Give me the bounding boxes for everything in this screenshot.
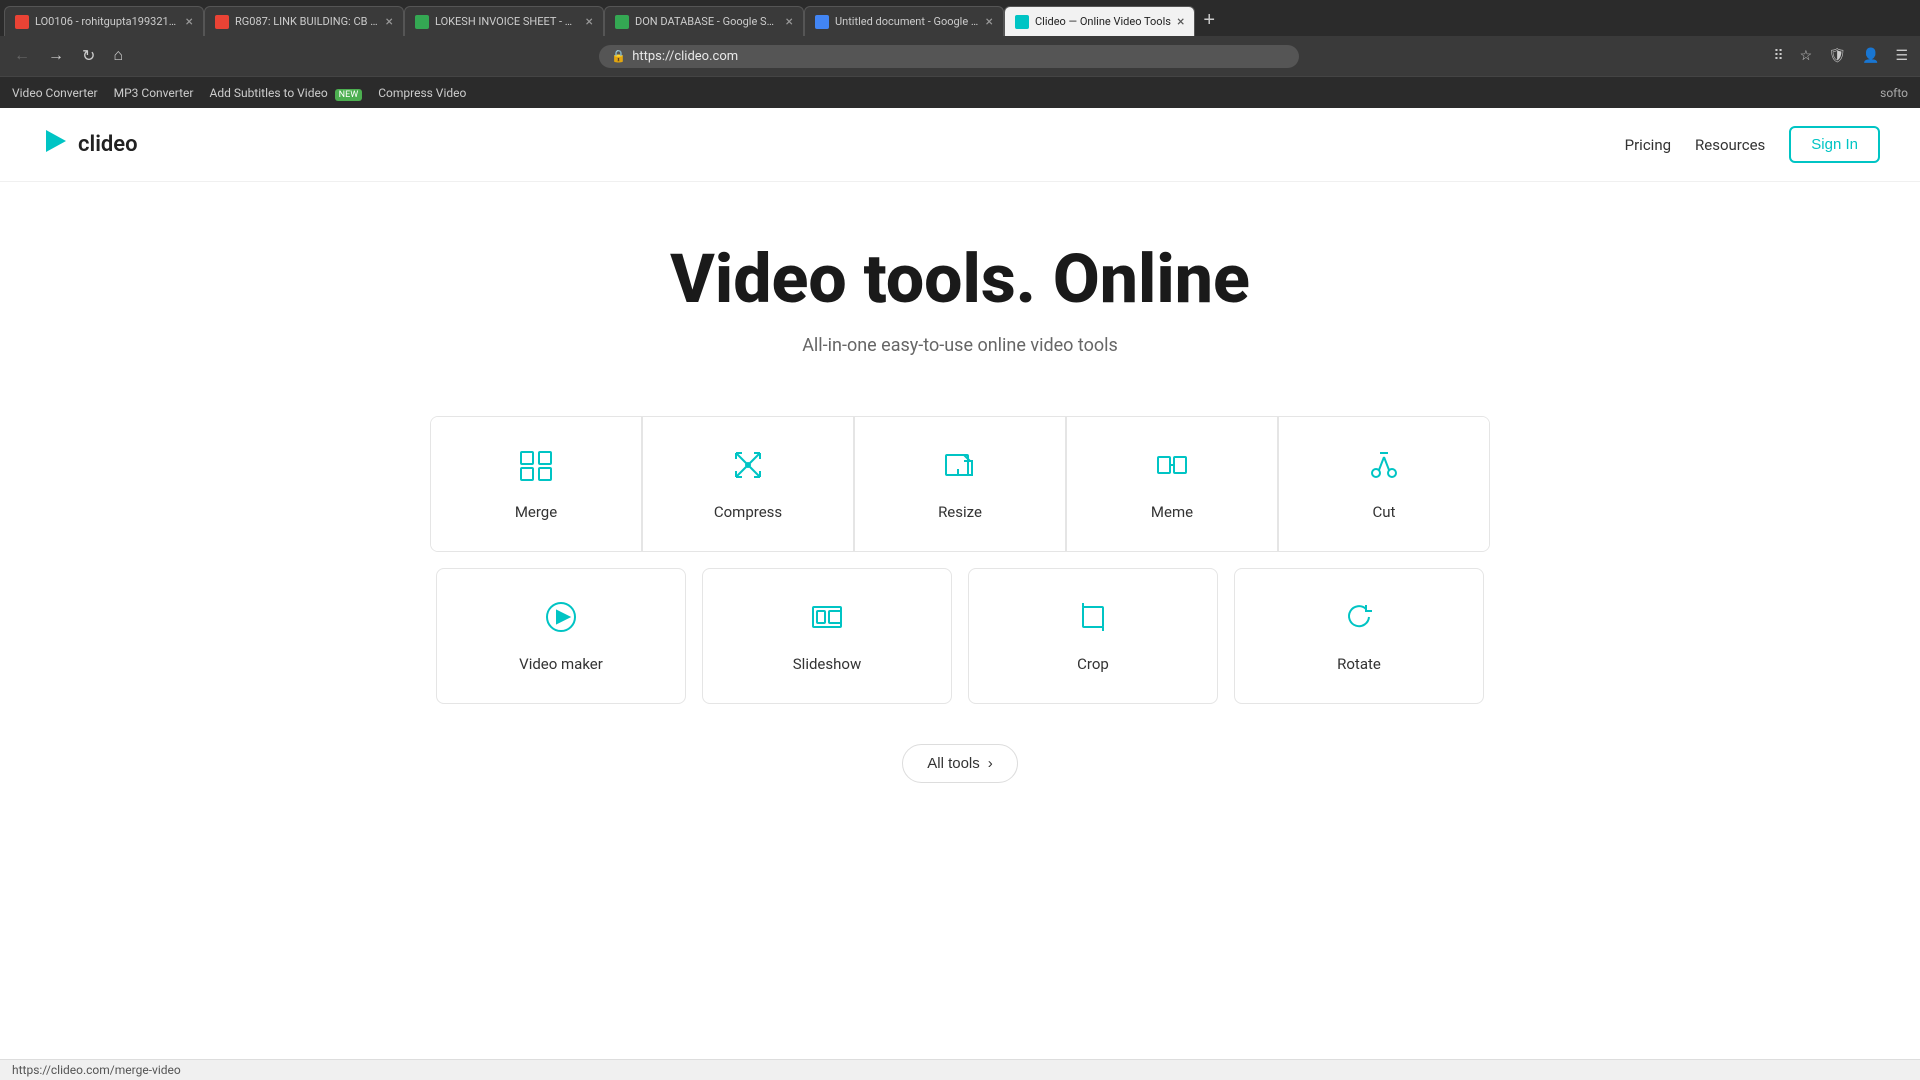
meme-label: Meme [1151,503,1193,521]
new-tab-button[interactable]: + [1195,5,1223,36]
bookmark-mp3-converter[interactable]: MP3 Converter [114,86,194,100]
slideshow-label: Slideshow [793,655,861,673]
logo-play-icon [40,126,70,163]
tool-compress[interactable]: Compress [642,417,854,551]
browser-tab-5[interactable]: Untitled document - Google ... × [804,6,1004,36]
new-badge: NEW [335,89,363,101]
softo-brand: softo [1880,86,1908,100]
all-tools-arrow-icon: › [988,755,993,772]
crop-icon [1075,599,1111,643]
menu-icon[interactable]: ☰ [1891,44,1912,68]
hero-title: Video tools. Online [20,242,1900,317]
browser-tabs: LO0106 - rohitgupta199321©... × RG087: L… [0,0,1920,36]
browser-tab-2[interactable]: RG087: LINK BUILDING: CB N... × [204,6,404,36]
cut-label: Cut [1373,503,1396,521]
tab-favicon-4 [615,15,629,29]
tool-crop[interactable]: Crop [968,568,1218,704]
tools-section: Merge [410,416,1510,704]
tab-close-4[interactable]: × [786,14,793,30]
bookmark-compress-video[interactable]: Compress Video [378,86,466,100]
tab-title-5: Untitled document - Google ... [835,15,980,28]
resize-icon [942,447,978,491]
tab-favicon-2 [215,15,229,29]
logo-text: clideo [78,132,138,157]
extensions-icon[interactable]: ⠿ [1769,44,1787,68]
tab-title-6: Clideo — Online Video Tools [1035,15,1171,28]
tools-row-2: Video maker Slideshow [430,568,1490,704]
tab-close-6[interactable]: × [1177,14,1184,30]
bookmark-add-subtitles[interactable]: Add Subtitles to Video NEW [209,86,362,100]
site-header: clideo Pricing Resources Sign In [0,108,1920,182]
tab-title-3: LOKESH INVOICE SHEET - Go... [435,15,580,28]
bookmark-video-converter[interactable]: Video Converter [12,86,98,100]
tool-rotate[interactable]: Rotate [1234,568,1484,704]
crop-label: Crop [1077,655,1109,673]
resize-label: Resize [938,503,982,521]
browser-tab-1[interactable]: LO0106 - rohitgupta199321©... × [4,6,204,36]
browser-tab-4[interactable]: DON DATABASE - Google She... × [604,6,804,36]
address-bar[interactable]: 🔒 https://clideo.com [599,45,1299,68]
bookmarks-bar: Video Converter MP3 Converter Add Subtit… [0,76,1920,108]
tab-close-5[interactable]: × [986,14,993,30]
rotate-label: Rotate [1337,655,1381,673]
tab-title-2: RG087: LINK BUILDING: CB N... [235,15,380,28]
tab-title-1: LO0106 - rohitgupta199321©... [35,15,180,28]
rotate-icon [1341,599,1377,643]
all-tools-section: All tools › [0,744,1920,783]
tool-resize[interactable]: Resize [854,417,1066,551]
browser-tab-6[interactable]: Clideo — Online Video Tools × [1004,6,1195,36]
compress-icon [730,447,766,491]
status-bar: https://clideo.com/merge-video [0,1059,1920,1080]
tool-videomaker[interactable]: Video maker [436,568,686,704]
tool-merge[interactable]: Merge [431,417,642,551]
bookmark-icon[interactable]: ☆ [1796,44,1817,68]
nav-pricing[interactable]: Pricing [1625,136,1671,154]
merge-icon [518,447,554,491]
tool-cut[interactable]: Cut [1278,417,1489,551]
browser-chrome: LO0106 - rohitgupta199321©... × RG087: L… [0,0,1920,108]
profile-icon[interactable]: 👤 [1858,44,1883,68]
reload-button[interactable]: ↻ [76,42,101,70]
browser-toolbar: ← → ↻ ⌂ 🔒 https://clideo.com ⠿ ☆ 🛡 👤 ☰ [0,36,1920,76]
videomaker-icon [543,599,579,643]
all-tools-button[interactable]: All tools › [902,744,1018,783]
status-url: https://clideo.com/merge-video [12,1063,181,1077]
hero-subtitle: All-in-one easy-to-use online video tool… [20,335,1900,356]
shield-icon[interactable]: 🛡 [1824,44,1850,68]
tab-favicon-6 [1015,15,1029,29]
tab-close-3[interactable]: × [586,14,593,30]
tab-close-1[interactable]: × [186,14,193,30]
cut-icon [1366,447,1402,491]
page-content: clideo Pricing Resources Sign In Video t… [0,108,1920,1048]
nav-resources[interactable]: Resources [1695,136,1765,154]
tool-meme[interactable]: Meme [1066,417,1278,551]
slideshow-icon [809,599,845,643]
tab-close-2[interactable]: × [386,14,393,30]
back-button[interactable]: ← [8,43,36,69]
tools-row-1: Merge [430,416,1490,552]
tab-favicon-1 [15,15,29,29]
tab-favicon-5 [815,15,829,29]
url-text: https://clideo.com [632,49,738,64]
forward-button[interactable]: → [42,43,70,69]
meme-icon [1154,447,1190,491]
lock-icon: 🔒 [611,49,626,63]
toolbar-actions: ⠿ ☆ 🛡 👤 ☰ [1769,44,1912,68]
all-tools-label: All tools [927,755,980,772]
tool-slideshow[interactable]: Slideshow [702,568,952,704]
compress-label: Compress [714,503,782,521]
site-nav: Pricing Resources Sign In [1625,126,1880,163]
hero-section: Video tools. Online All-in-one easy-to-u… [0,182,1920,376]
logo[interactable]: clideo [40,126,138,163]
merge-label: Merge [515,503,557,521]
tab-favicon-3 [415,15,429,29]
browser-tab-3[interactable]: LOKESH INVOICE SHEET - Go... × [404,6,604,36]
bookmark-add-subtitles-label: Add Subtitles to Video [209,86,327,100]
videomaker-label: Video maker [519,655,603,673]
tab-title-4: DON DATABASE - Google She... [635,15,780,28]
signin-button[interactable]: Sign In [1789,126,1880,163]
home-button[interactable]: ⌂ [107,43,129,69]
